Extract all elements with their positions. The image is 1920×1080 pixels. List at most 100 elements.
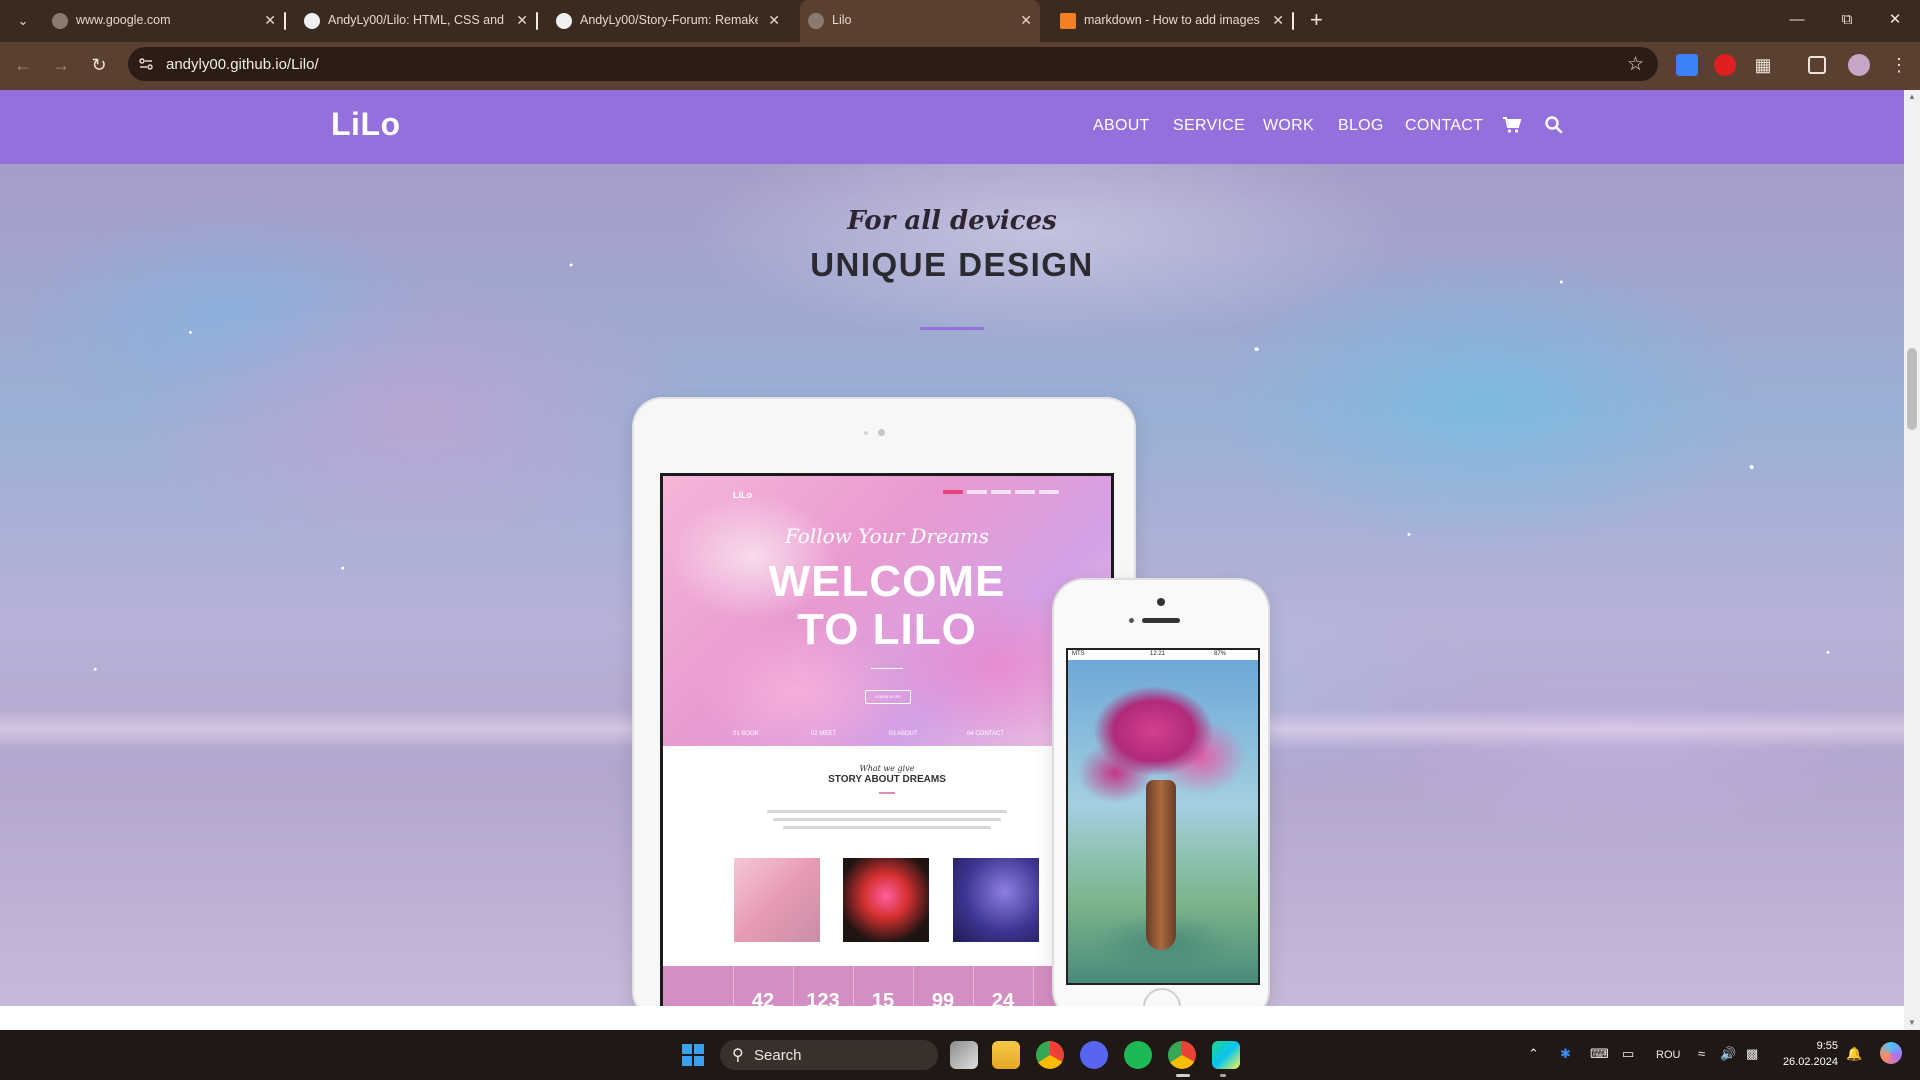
extension-translate-icon[interactable]: [1676, 54, 1698, 76]
preview-paragraph-line: [773, 818, 1001, 821]
preview-learn-more-button: LEARN MORE: [865, 690, 911, 704]
scrollbar-thumb[interactable]: [1907, 348, 1917, 430]
open-app-indicator: [1220, 1074, 1226, 1077]
taskbar-clock[interactable]: 9:55 26.02.2024: [1774, 1038, 1838, 1070]
section-subtitle: For all devices: [847, 206, 1057, 236]
preview-stat-divider: [1033, 966, 1034, 1006]
taskbar-search-label: Search: [754, 1047, 802, 1064]
windows-start-icon[interactable]: [682, 1044, 704, 1066]
search-icon[interactable]: [1544, 115, 1564, 135]
scroll-down-arrow-icon[interactable]: ▼: [1908, 1018, 1916, 1027]
address-url[interactable]: andyly00.github.io/Lilo/: [166, 56, 319, 73]
file-explorer-icon[interactable]: [992, 1041, 1020, 1069]
preview-menu-item: [1015, 490, 1035, 494]
spotify-icon[interactable]: [1124, 1041, 1152, 1069]
task-view-icon[interactable]: [950, 1041, 978, 1069]
chrome-icon[interactable]: [1036, 1041, 1064, 1069]
preview-welcome-line: TO LILO: [797, 605, 977, 654]
copilot-icon[interactable]: [1880, 1042, 1902, 1064]
restore-window-icon[interactable]: ⧉: [1824, 10, 1870, 30]
webstorm-icon[interactable]: [1212, 1041, 1240, 1069]
browser-tab-strip: ⌄ www.google.com ✕ AndyLy00/Lilo: HTML, …: [0, 0, 1920, 42]
extension-adblock-icon[interactable]: [1714, 54, 1736, 76]
preview-menu-item: [1039, 490, 1059, 494]
tab-separator: [536, 12, 538, 30]
bluetooth-icon[interactable]: ✱: [1560, 1046, 1571, 1062]
phone-status-bar: MTS 12:21 87%: [1068, 650, 1258, 660]
browser-tab-lilo-repo[interactable]: AndyLy00/Lilo: HTML, CSS and JS p ✕: [296, 0, 538, 42]
keyboard-icon[interactable]: ⌨: [1590, 1046, 1609, 1062]
preview-image-neon: [843, 858, 929, 942]
scroll-up-arrow-icon[interactable]: ▲: [1908, 92, 1916, 101]
language-indicator[interactable]: ROU: [1656, 1049, 1680, 1061]
preview-stat-value: 123: [806, 990, 840, 1006]
unique-design-section: For all devices UNIQUE DESIGN LiLo Follo…: [0, 164, 1904, 1006]
site-logo[interactable]: LiLo: [331, 106, 401, 143]
close-tab-icon[interactable]: ✕: [1020, 12, 1032, 28]
bookmark-star-icon[interactable]: ☆: [1627, 53, 1644, 76]
phone-carrier: MTS: [1072, 651, 1085, 657]
windows-taskbar: ⚲ Search ⌃ ✱ ⌨ ▭ ROU ≈ 🔊 ▩ 9:55 26.02.20…: [0, 1030, 1920, 1080]
taskbar-search-box[interactable]: ⚲ Search: [720, 1040, 938, 1070]
tab-search-chevron-icon[interactable]: ⌄: [12, 10, 34, 32]
preview-tab: 02 MEET: [811, 731, 837, 737]
nav-blog-link[interactable]: BLOG: [1338, 117, 1384, 135]
extensions-puzzle-icon[interactable]: ▦: [1752, 54, 1774, 76]
minimize-window-icon[interactable]: —: [1774, 10, 1820, 30]
browser-tab-story-forum[interactable]: AndyLy00/Story-Forum: Remake to ✕: [548, 0, 788, 42]
preview-welcome-heading: WELCOME TO LILO: [663, 558, 1111, 654]
browser-tab-google[interactable]: www.google.com ✕: [44, 0, 286, 42]
close-tab-icon[interactable]: ✕: [264, 12, 276, 28]
preview-divider: [871, 668, 903, 669]
notifications-icon[interactable]: 🔔: [1846, 1046, 1862, 1062]
show-hidden-icons-chevron-icon[interactable]: ⌃: [1528, 1046, 1539, 1062]
close-tab-icon[interactable]: ✕: [768, 12, 780, 28]
tab-separator: [1292, 12, 1294, 30]
preview-menu-item: [967, 490, 987, 494]
tab-title: www.google.com: [76, 13, 171, 27]
preview-script-heading: Follow Your Dreams: [784, 524, 990, 548]
reload-icon[interactable]: ↻: [86, 54, 112, 76]
close-tab-icon[interactable]: ✕: [1272, 12, 1284, 28]
browser-tab-lilo-active[interactable]: Lilo ✕: [800, 0, 1040, 42]
phone-mockup: MTS 12:21 87%: [1054, 580, 1268, 1006]
nav-work-link[interactable]: WORK: [1263, 117, 1314, 135]
phone-screen: MTS 12:21 87%: [1066, 648, 1260, 985]
browser-menu-icon[interactable]: ⋮: [1888, 54, 1910, 76]
discord-icon[interactable]: [1080, 1041, 1108, 1069]
preview-paragraph-line: [767, 810, 1007, 813]
stackoverflow-icon: [1060, 13, 1076, 29]
nav-about-link[interactable]: ABOUT: [1093, 117, 1150, 135]
wifi-icon[interactable]: ≈: [1698, 1046, 1705, 1061]
github-icon: [304, 13, 320, 29]
battery-icon[interactable]: ▩: [1746, 1046, 1758, 1062]
site-header: LiLo ABOUT SERVICE WORK BLOG CONTACT: [0, 90, 1904, 164]
preview-stat-value: 24: [991, 990, 1015, 1006]
display-icon[interactable]: ▭: [1622, 1046, 1634, 1062]
nav-contact-link[interactable]: CONTACT: [1405, 117, 1483, 135]
forward-arrow-icon[interactable]: →: [48, 54, 74, 76]
side-panel-icon[interactable]: [1808, 56, 1826, 74]
close-window-icon[interactable]: ✕: [1872, 10, 1918, 30]
preview-menu-item: [943, 490, 963, 494]
volume-icon[interactable]: 🔊: [1720, 1046, 1736, 1062]
phone-camera: [1157, 598, 1165, 606]
preview-stat-value: 42: [751, 990, 775, 1006]
cart-icon[interactable]: [1502, 115, 1522, 135]
preview-stat-value: 99: [931, 990, 955, 1006]
back-arrow-icon[interactable]: ←: [10, 54, 36, 76]
nav-service-link[interactable]: SERVICE: [1173, 117, 1245, 135]
chrome-profile-icon[interactable]: [1168, 1041, 1196, 1069]
browser-tab-markdown[interactable]: markdown - How to add images t ✕: [1052, 0, 1294, 42]
site-settings-icon[interactable]: [138, 56, 154, 72]
page-scrollbar[interactable]: ▲ ▼: [1904, 90, 1920, 1030]
tablet-sensor: [864, 431, 868, 435]
new-tab-button[interactable]: +: [1310, 8, 1323, 32]
close-tab-icon[interactable]: ✕: [516, 12, 528, 28]
preview-story-divider: [879, 792, 895, 794]
preview-tab: 01 BOOK: [733, 731, 759, 737]
preview-paragraph-line: [783, 826, 991, 829]
tree-trunk: [1146, 780, 1176, 950]
profile-avatar[interactable]: [1848, 54, 1870, 76]
address-bar[interactable]: andyly00.github.io/Lilo/ ☆: [128, 47, 1658, 81]
